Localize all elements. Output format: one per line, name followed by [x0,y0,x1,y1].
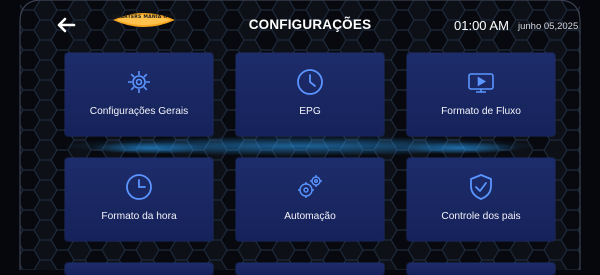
time-format-icon [126,174,152,200]
tile-label: Configurações Gerais [89,106,189,117]
tile-partial[interactable] [65,263,213,275]
tile-label: Automação [284,211,336,222]
tile-partial[interactable] [236,263,384,275]
tile-general-settings[interactable]: Configurações Gerais [65,53,213,136]
tile-epg[interactable]: EPG [236,53,384,136]
top-bar: SMARTERS MANIA IPTV CONFIGURAÇÕES 01:00 … [0,0,600,52]
gears-icon [128,71,150,93]
tile-parental-control[interactable]: Controle dos pais [407,158,555,241]
tile-label: EPG [299,106,321,117]
parental-shield-icon [470,174,492,200]
tile-label: Formato de Fluxo [441,106,521,117]
page-title: CONFIGURAÇÕES [248,17,372,32]
clock-icon [297,69,323,95]
logo-text: SMARTERS MANIA IPTV [112,15,176,20]
stream-format-icon [468,73,494,93]
tile-stream-format[interactable]: Formato de Fluxo [407,53,555,136]
tile-partial[interactable] [407,263,555,275]
tile-time-format[interactable]: Formato da hora [65,158,213,241]
tile-label: Formato da hora [101,211,177,222]
app-logo: SMARTERS MANIA IPTV [111,8,177,34]
automation-icon [298,175,322,198]
back-button[interactable] [52,12,80,38]
clock-time: 01:00 AM [454,18,509,33]
date-display: junho 05,2025 [518,21,579,32]
tile-automation[interactable]: Automação [236,158,384,241]
back-arrow-icon [57,17,76,33]
tile-label: Controle dos pais [441,211,521,222]
